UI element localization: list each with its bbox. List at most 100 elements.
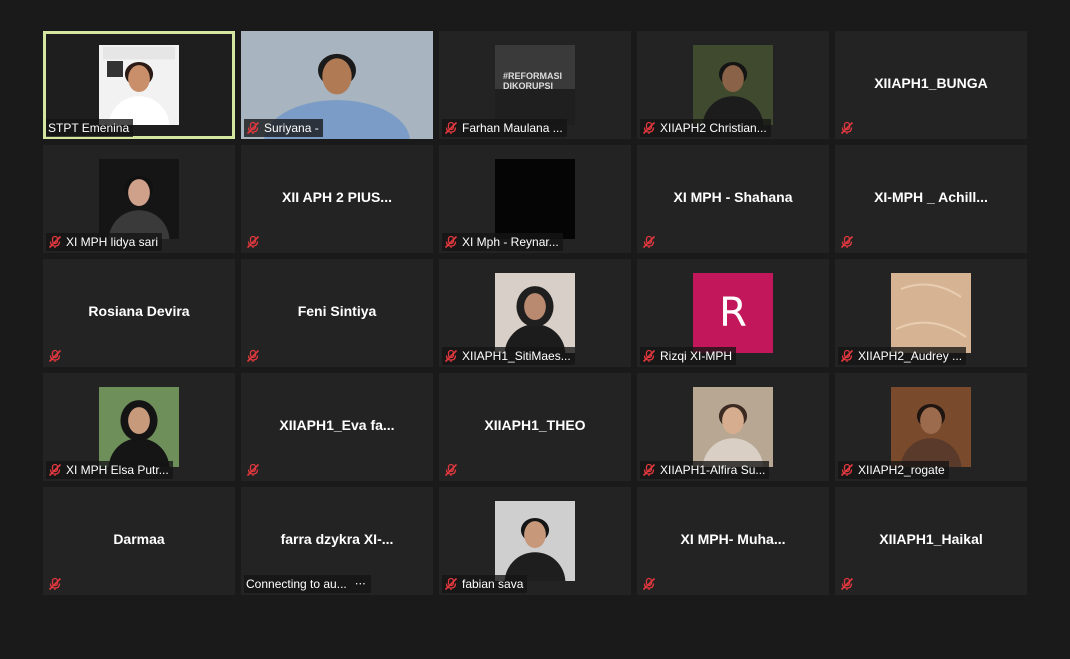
mic-muted-icon (840, 121, 854, 135)
participant-name-label (838, 119, 858, 137)
participant-tile[interactable]: #REFORMASI DIKORUPSI Farhan Maulana ... (439, 31, 631, 139)
participant-photo (693, 387, 773, 467)
participant-photo-icon (693, 387, 773, 467)
participant-name: Connecting to au... (246, 577, 347, 591)
participant-tile[interactable]: STPT Emenina (43, 31, 235, 139)
participant-display-name: XII APH 2 PIUS... (282, 189, 392, 205)
participant-tile[interactable]: XIIAPH1_Haikal (835, 487, 1027, 595)
participant-photo-icon (495, 159, 575, 239)
participant-name: XIIAPH2_rogate (858, 463, 945, 477)
participant-tile[interactable]: fabian sava (439, 487, 631, 595)
mic-muted-icon (246, 235, 260, 249)
participant-photo (495, 273, 575, 353)
participant-name: XIIAPH2_Audrey ... (858, 349, 963, 363)
participant-name-label: fabian sava (442, 575, 528, 593)
participant-name-label (838, 233, 858, 251)
participant-tile[interactable]: XIIAPH1_SitiMaes... (439, 259, 631, 367)
participant-name-label: XI Mph - Reynar... (442, 233, 563, 251)
participant-name-label (442, 461, 462, 479)
participant-tile[interactable]: XI MPH- Muha... (637, 487, 829, 595)
mic-muted-icon (642, 121, 656, 135)
participant-tile[interactable]: XIIAPH1_THEO (439, 373, 631, 481)
participant-tile[interactable]: XIIAPH2 Christian... (637, 31, 829, 139)
participant-name-label (244, 233, 264, 251)
mic-muted-icon (246, 349, 260, 363)
participant-display-name: XIIAPH1_THEO (484, 417, 586, 433)
participant-display-name: XIIAPH1_Haikal (879, 531, 983, 547)
mic-muted-icon (840, 577, 854, 591)
participant-display-name: XI-MPH _ Achill... (874, 189, 988, 205)
participant-display-name: XIIAPH1_Eva fa... (279, 417, 395, 433)
participant-name-label: XI MPH lidya sari (46, 233, 163, 251)
photo-caption: #REFORMASI DIKORUPSI (503, 71, 563, 91)
participant-name: XIIAPH1-Alfira Su... (660, 463, 766, 477)
participant-display-name: XIIAPH1_BUNGA (874, 75, 988, 91)
participant-name-label (244, 461, 264, 479)
participant-tile[interactable]: XIIAPH2_rogate (835, 373, 1027, 481)
participant-name-label: XIIAPH2 Christian... (640, 119, 771, 137)
participant-photo: #REFORMASI DIKORUPSI (495, 45, 575, 125)
participant-photo-icon (99, 45, 179, 125)
participant-tile[interactable]: XI-MPH _ Achill... (835, 145, 1027, 253)
participant-photo (99, 159, 179, 239)
participant-name-label: XIIAPH2_Audrey ... (838, 347, 967, 365)
participant-photo (99, 387, 179, 467)
participant-tile[interactable]: XI Mph - Reynar... (439, 145, 631, 253)
mic-muted-icon (48, 349, 62, 363)
participant-tile[interactable]: XIIAPH1_Eva fa... (241, 373, 433, 481)
participant-tile[interactable]: XII APH 2 PIUS... (241, 145, 433, 253)
mic-muted-icon (642, 235, 656, 249)
participant-tile[interactable]: Suriyana - (241, 31, 433, 139)
participant-display-name: XI MPH - Shahana (673, 189, 793, 205)
participant-name-label: Farhan Maulana ... (442, 119, 567, 137)
participant-name: Farhan Maulana ... (462, 121, 563, 135)
participant-name-label: Rizqi XI-MPH (640, 347, 737, 365)
mic-muted-icon (48, 463, 62, 477)
participant-name-label (46, 575, 66, 593)
participant-photo-icon (495, 273, 575, 353)
participant-tile[interactable]: R Rizqi XI-MPH (637, 259, 829, 367)
participant-name: XI Mph - Reynar... (462, 235, 559, 249)
participant-display-name: farra dzykra XI-... (280, 531, 394, 547)
participant-tile[interactable]: XI MPH Elsa Putr... (43, 373, 235, 481)
participant-name-label (46, 347, 66, 365)
mic-muted-icon (642, 349, 656, 363)
participant-name-label: XIIAPH2_rogate (838, 461, 949, 479)
participant-display-name: Rosiana Devira (88, 303, 190, 319)
participant-photo-icon (693, 45, 773, 125)
mic-muted-icon (444, 235, 458, 249)
participant-tile[interactable]: XIIAPH1_BUNGA (835, 31, 1027, 139)
mic-muted-icon (444, 121, 458, 135)
participant-display-name: XI MPH- Muha... (680, 531, 786, 547)
participant-photo (891, 387, 971, 467)
participant-photo (495, 501, 575, 581)
participant-photo (495, 159, 575, 239)
mic-muted-icon (444, 577, 458, 591)
participant-photo (99, 45, 179, 125)
avatar-letter: R (719, 290, 747, 336)
participant-tile[interactable]: Feni Sintiya (241, 259, 433, 367)
participant-name-label: Connecting to au... ⋯ (244, 575, 371, 593)
participant-name: XIIAPH1_SitiMaes... (462, 349, 571, 363)
participant-name: XI MPH Elsa Putr... (66, 463, 169, 477)
participant-tile[interactable]: XIIAPH2_Audrey ... (835, 259, 1027, 367)
participant-name-label (838, 575, 858, 593)
participant-name-label: XIIAPH1_SitiMaes... (442, 347, 575, 365)
participant-tile[interactable]: Rosiana Devira (43, 259, 235, 367)
participant-display-name: Darmaa (113, 531, 165, 547)
participant-tile[interactable]: XI MPH lidya sari (43, 145, 235, 253)
mic-muted-icon (48, 577, 62, 591)
participant-name: XI MPH lidya sari (66, 235, 159, 249)
mic-muted-icon (840, 463, 854, 477)
participant-tile[interactable]: XI MPH - Shahana (637, 145, 829, 253)
participant-name-label (640, 233, 660, 251)
video-gallery-grid: STPT Emenina Suriyana - #REFORMASI DIKORUP… (0, 0, 1070, 659)
participant-tile[interactable]: XIIAPH1-Alfira Su... (637, 373, 829, 481)
participant-name-label: STPT Emenina (46, 119, 134, 137)
participant-name-label (640, 575, 660, 593)
participant-tile[interactable]: farra dzykra XI-... Connecting to au... ⋯ (241, 487, 433, 595)
mic-muted-icon (642, 577, 656, 591)
mic-muted-icon (444, 463, 458, 477)
participant-name: fabian sava (462, 577, 524, 591)
participant-tile[interactable]: Darmaa (43, 487, 235, 595)
